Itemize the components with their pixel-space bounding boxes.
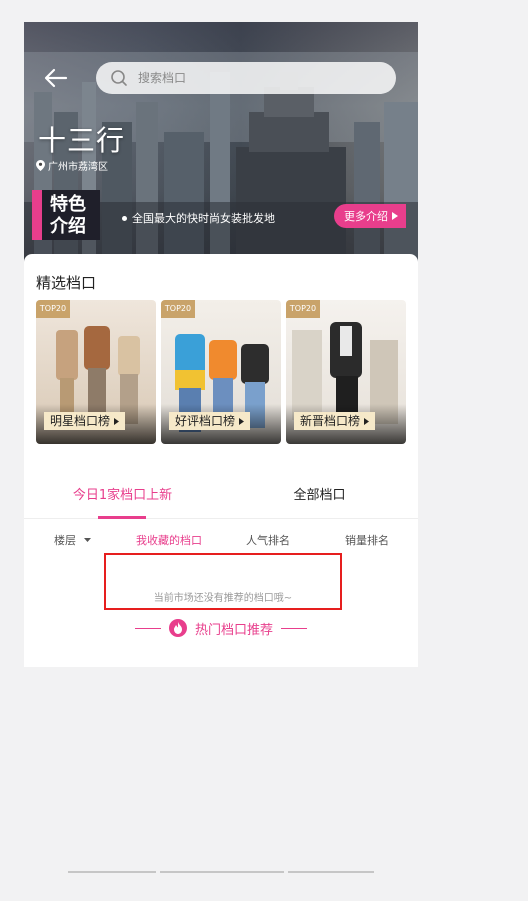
caret-down-icon [84, 538, 91, 542]
hero-banner: 十三行 广州市荔湾区 特色 介绍 全国最大的快时尚女装批发地 更多介绍 [24, 22, 418, 262]
back-button[interactable] [40, 64, 72, 92]
arrow-left-icon [44, 68, 68, 88]
top20-badge: TOP20 [161, 300, 195, 318]
scroll-indicator-3 [288, 871, 374, 873]
star-stall-ranking-card[interactable]: TOP20 明星档口榜 [36, 300, 156, 444]
scroll-indicator-2 [160, 871, 284, 873]
ranking-label: 新晋档口榜 [294, 412, 376, 430]
floor-filter-label: 楼层 [54, 534, 76, 547]
search-input[interactable] [136, 70, 360, 86]
feature-tag: 特色 介绍 [32, 190, 100, 240]
divider-line-right [281, 627, 307, 629]
favorite-stalls-filter[interactable]: 我收藏的档口 [136, 532, 202, 548]
feature-tag-accent [32, 190, 42, 240]
location-pin-icon [36, 160, 45, 171]
sales-ranking-filter[interactable]: 销量排名 [345, 532, 389, 548]
feature-tag-line1: 特色 [50, 194, 86, 215]
caret-right-icon [392, 212, 398, 220]
selected-stalls-card: 精选档口 TOP20 明星档口榜 TOP20 好评档口榜 TOP20 新晋档口榜 [24, 254, 418, 462]
scroll-indicator-1 [68, 871, 156, 873]
more-intro-label: 更多介绍 [344, 210, 388, 223]
ranking-label: 明星档口榜 [44, 412, 126, 430]
top-rated-stall-ranking-card[interactable]: TOP20 好评档口榜 [161, 300, 281, 444]
popularity-ranking-filter[interactable]: 人气排名 [246, 532, 290, 548]
caret-right-icon [114, 417, 120, 425]
filter-bar: 楼层 我收藏的档口 人气排名 销量排名 [24, 530, 418, 550]
search-bar[interactable] [96, 62, 396, 94]
hot-recommend-title: 热门档口推荐 [194, 622, 273, 638]
flame-icon [168, 619, 187, 637]
screen: 十三行 广州市荔湾区 特色 介绍 全国最大的快时尚女装批发地 更多介绍 [24, 22, 418, 667]
floor-filter[interactable]: 楼层 [54, 532, 91, 548]
feature-description-text: 全国最大的快时尚女装批发地 [132, 212, 275, 225]
active-tab-indicator [98, 516, 146, 519]
new-stall-ranking-card[interactable]: TOP20 新晋档口榜 [286, 300, 406, 444]
bottom-scroll-indicators [68, 871, 374, 875]
stall-tabs: 今日1家档口上新 全部档口 [24, 470, 418, 519]
market-title: 十三行 [38, 124, 126, 157]
tab-today-new[interactable]: 今日1家档口上新 [24, 484, 221, 503]
caret-right-icon [239, 417, 245, 425]
ranking-label-text: 新晋档口榜 [300, 414, 361, 428]
location-text: 广州市荔湾区 [48, 162, 108, 173]
location: 广州市荔湾区 [36, 158, 108, 173]
top20-badge: TOP20 [286, 300, 320, 318]
section-title: 精选档口 [36, 274, 97, 292]
ranking-label-text: 明星档口榜 [50, 414, 111, 428]
tab-all-stalls[interactable]: 全部档口 [221, 484, 418, 503]
feature-tag-line2: 介绍 [50, 216, 86, 237]
divider-line-left [134, 627, 161, 629]
more-intro-button[interactable]: 更多介绍 [334, 204, 406, 228]
ranking-label-text: 好评档口榜 [175, 414, 236, 428]
empty-state-highlight: 当前市场还没有推荐的档口哦~ [104, 553, 342, 610]
ranking-label: 好评档口榜 [169, 412, 251, 430]
top20-badge: TOP20 [36, 300, 70, 318]
search-icon [111, 70, 127, 86]
caret-right-icon [364, 417, 370, 425]
feature-description: 全国最大的快时尚女装批发地 [122, 210, 275, 226]
hot-recommend-header: 热门档口推荐 [24, 618, 418, 638]
bullet-dot [122, 215, 127, 221]
empty-state-message: 当前市场还没有推荐的档口哦~ [153, 593, 293, 604]
feature-intro-bar: 特色 介绍 全国最大的快时尚女装批发地 更多介绍 [32, 190, 406, 240]
